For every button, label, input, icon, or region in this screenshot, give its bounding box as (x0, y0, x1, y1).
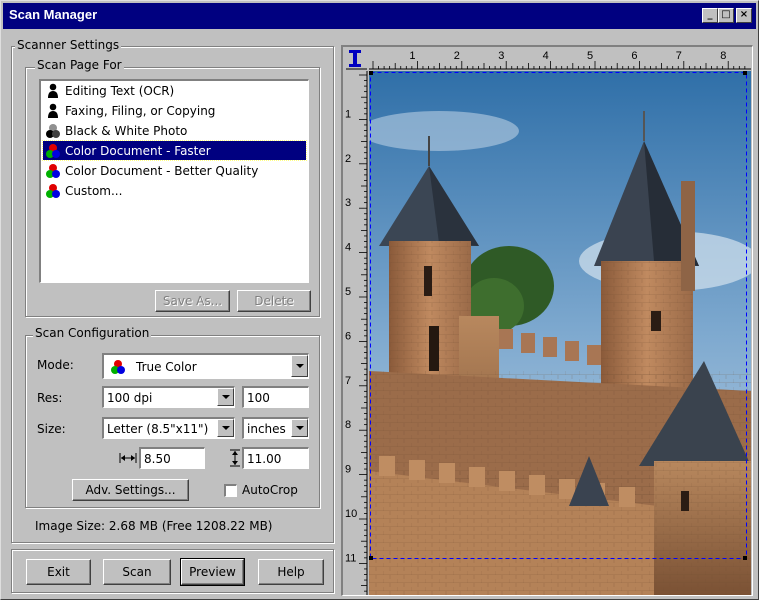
res-select[interactable]: 100 dpi (102, 386, 235, 408)
ruler-v-label: 1 (345, 108, 351, 120)
image-size-status: Image Size: 2.68 MB (Free 1208.22 MB) (35, 519, 273, 533)
size-value: Letter (8.5"x11") (107, 421, 209, 436)
list-item-label: Color Document - Faster (65, 143, 211, 158)
mode-label: Mode: (37, 358, 74, 372)
maximize-button[interactable]: □ (718, 8, 734, 23)
ruler-h-label: 5 (587, 50, 593, 62)
ruler-h-label: 7 (676, 50, 682, 62)
list-item-faxing[interactable]: Faxing, Filing, or Copying (43, 101, 306, 120)
ruler-v-label: 4 (345, 242, 351, 254)
text-cursor-icon (346, 50, 367, 70)
rgb-circles-icon (46, 163, 60, 178)
chevron-down-icon[interactable] (291, 355, 308, 377)
vertical-ruler: 1 2 3 4 5 6 7 8 9 10 11 (343, 71, 369, 595)
save-as-button[interactable]: Save As... (155, 290, 230, 312)
ruler-h-label: 6 (631, 50, 637, 62)
ruler-v-label: 5 (345, 286, 351, 298)
size-select[interactable]: Letter (8.5"x11") (102, 417, 235, 439)
minimize-icon: _ (707, 9, 713, 20)
list-item-color-quality[interactable]: Color Document - Better Quality (43, 161, 306, 180)
minimize-button[interactable]: _ (702, 8, 718, 23)
chevron-down-icon[interactable] (217, 419, 234, 437)
delete-button[interactable]: Delete (237, 290, 311, 312)
list-item-label: Custom... (65, 183, 123, 198)
res-custom-input[interactable]: 100 (242, 386, 309, 408)
scan-manager-window: Scan Manager _ □ × Scanner Settings Scan… (0, 0, 759, 600)
person-icon (48, 103, 58, 118)
autocrop-label: AutoCrop (242, 483, 298, 497)
ruler-v-label: 10 (345, 508, 357, 520)
units-select[interactable]: inches (242, 417, 309, 439)
ruler-v-label: 6 (345, 330, 351, 342)
ruler-h-label: 3 (498, 50, 504, 62)
mode-value: True Color (136, 359, 197, 374)
list-item-label: Color Document - Better Quality (65, 163, 259, 178)
width-arrows-icon (119, 453, 137, 463)
chevron-down-icon[interactable] (217, 388, 234, 406)
maximize-icon: □ (721, 9, 731, 20)
ruler-corner[interactable] (343, 47, 369, 71)
close-button[interactable]: × (736, 8, 752, 23)
res-label: Res: (37, 391, 63, 405)
scan-configuration-label: Scan Configuration (33, 326, 152, 340)
ruler-v-label: 7 (345, 375, 351, 387)
list-item-label: Black & White Photo (65, 123, 188, 138)
ruler-v-label: 9 (345, 464, 351, 476)
list-item-bw-photo[interactable]: Black & White Photo (43, 121, 306, 140)
units-value: inches (247, 421, 286, 436)
rgb-circles-icon (111, 359, 125, 374)
ruler-h-label: 1 (409, 50, 415, 62)
ruler-v-label: 3 (345, 197, 351, 209)
list-item-label: Faxing, Filing, or Copying (65, 103, 216, 118)
list-item-label: Editing Text (OCR) (65, 83, 175, 98)
height-input[interactable]: 11.00 (242, 447, 309, 469)
ruler-h-label: 8 (720, 50, 726, 62)
height-arrows-icon (230, 449, 240, 467)
adv-settings-button[interactable]: Adv. Settings... (72, 479, 189, 501)
scanner-settings-label: Scanner Settings (15, 38, 122, 52)
width-input[interactable]: 8.50 (139, 447, 205, 469)
scan-button[interactable]: Scan (103, 559, 171, 585)
autocrop-checkbox[interactable] (224, 484, 237, 497)
list-item-custom[interactable]: Custom... (43, 181, 306, 200)
chevron-down-icon[interactable] (291, 419, 308, 437)
ruler-h-label: 2 (454, 50, 460, 62)
list-item-editing-text[interactable]: Editing Text (OCR) (43, 81, 306, 100)
rgb-circles-icon (46, 143, 60, 158)
horizontal-ruler: 1 2 3 4 5 6 7 8 (369, 47, 751, 71)
mode-select[interactable]: True Color (102, 353, 309, 379)
preview-panel[interactable]: 1 2 3 4 5 6 7 8 1 2 3 4 5 6 7 8 9 10 11 (341, 45, 753, 596)
exit-button[interactable]: Exit (26, 559, 91, 585)
scan-page-for-list[interactable]: Editing Text (OCR) Faxing, Filing, or Co… (39, 79, 309, 283)
res-value: 100 dpi (107, 390, 153, 405)
scan-page-for-label: Scan Page For (35, 58, 124, 72)
ruler-v-label: 11 (345, 552, 356, 564)
preview-button[interactable]: Preview (180, 558, 245, 586)
ruler-v-label: 8 (345, 419, 351, 431)
grayscale-circles-icon (46, 123, 60, 138)
help-button[interactable]: Help (258, 559, 324, 585)
size-label: Size: (37, 422, 66, 436)
list-item-color-faster[interactable]: Color Document - Faster (42, 140, 307, 161)
person-icon (48, 83, 58, 98)
rgb-circles-icon (46, 183, 60, 198)
ruler-h-label: 4 (543, 50, 549, 62)
title-bar[interactable]: Scan Manager _ □ × (3, 3, 756, 29)
window-title: Scan Manager (9, 7, 98, 22)
close-icon: × (739, 9, 749, 20)
preview-image[interactable] (369, 71, 751, 596)
ruler-v-label: 2 (345, 153, 351, 165)
